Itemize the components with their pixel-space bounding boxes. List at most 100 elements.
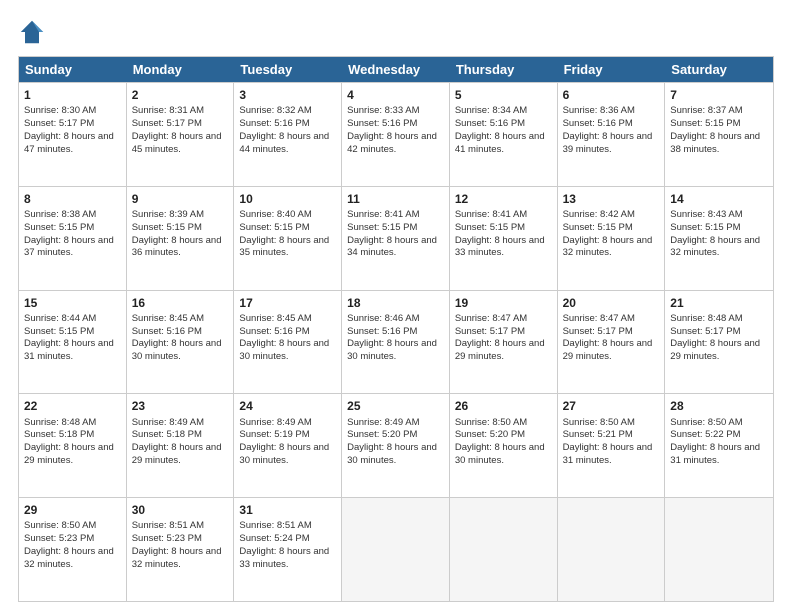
calendar-cell: 21Sunrise: 8:48 AMSunset: 5:17 PMDayligh… (665, 291, 773, 394)
sunrise-text: Sunrise: 8:44 AM (24, 313, 96, 324)
day-number: 19 (455, 295, 552, 311)
day-number: 16 (132, 295, 229, 311)
calendar-cell: 25Sunrise: 8:49 AMSunset: 5:20 PMDayligh… (342, 394, 450, 497)
sunset-text: Sunset: 5:17 PM (24, 118, 94, 129)
daylight-text: Daylight: 8 hours and 32 minutes. (670, 235, 760, 259)
day-number: 9 (132, 191, 229, 207)
sunset-text: Sunset: 5:17 PM (132, 118, 202, 129)
sunrise-text: Sunrise: 8:30 AM (24, 105, 96, 116)
sunrise-text: Sunrise: 8:45 AM (132, 313, 204, 324)
calendar-cell: 2Sunrise: 8:31 AMSunset: 5:17 PMDaylight… (127, 83, 235, 186)
sunrise-text: Sunrise: 8:50 AM (563, 417, 635, 428)
sunset-text: Sunset: 5:15 PM (24, 222, 94, 233)
daylight-text: Daylight: 8 hours and 30 minutes. (455, 442, 545, 466)
day-number: 10 (239, 191, 336, 207)
sunrise-text: Sunrise: 8:39 AM (132, 209, 204, 220)
calendar-cell: 31Sunrise: 8:51 AMSunset: 5:24 PMDayligh… (234, 498, 342, 601)
calendar-row: 29Sunrise: 8:50 AMSunset: 5:23 PMDayligh… (19, 497, 773, 601)
sunrise-text: Sunrise: 8:51 AM (239, 520, 311, 531)
day-header: Wednesday (342, 57, 450, 82)
daylight-text: Daylight: 8 hours and 30 minutes. (239, 338, 329, 362)
calendar-cell: 28Sunrise: 8:50 AMSunset: 5:22 PMDayligh… (665, 394, 773, 497)
calendar: SundayMondayTuesdayWednesdayThursdayFrid… (18, 56, 774, 602)
sunrise-text: Sunrise: 8:48 AM (24, 417, 96, 428)
calendar-cell: 11Sunrise: 8:41 AMSunset: 5:15 PMDayligh… (342, 187, 450, 290)
sunset-text: Sunset: 5:16 PM (239, 118, 309, 129)
sunrise-text: Sunrise: 8:51 AM (132, 520, 204, 531)
calendar-cell: 17Sunrise: 8:45 AMSunset: 5:16 PMDayligh… (234, 291, 342, 394)
calendar-cell: 14Sunrise: 8:43 AMSunset: 5:15 PMDayligh… (665, 187, 773, 290)
calendar-cell: 22 Sunrise: 8:48 AMSunset: 5:18 PM Dayligh… (19, 394, 127, 497)
day-number: 18 (347, 295, 444, 311)
calendar-row: 1Sunrise: 8:30 AMSunset: 5:17 PMDaylight… (19, 82, 773, 186)
calendar-cell: 23Sunrise: 8:49 AMSunset: 5:18 PMDayligh… (127, 394, 235, 497)
day-number: 5 (455, 87, 552, 103)
day-number: 25 (347, 398, 444, 414)
sunset-text: Sunset: 5:16 PM (132, 326, 202, 337)
sunset-text: Sunset: 5:15 PM (670, 118, 740, 129)
daylight-text: Daylight: 8 hours and 30 minutes. (132, 338, 222, 362)
daylight-text: Daylight: 8 hours and 29 minutes. (563, 338, 653, 362)
calendar-cell: 15Sunrise: 8:44 AMSunset: 5:15 PMDayligh… (19, 291, 127, 394)
sunset-text: Sunset: 5:17 PM (455, 326, 525, 337)
day-number: 8 (24, 191, 121, 207)
sunset-text: Sunset: 5:20 PM (455, 429, 525, 440)
day-number: 22 (24, 398, 121, 414)
sunset-text: Sunset: 5:16 PM (455, 118, 525, 129)
sunset-text: Sunset: 5:15 PM (132, 222, 202, 233)
logo (18, 18, 50, 46)
daylight-text: Daylight: 8 hours and 39 minutes. (563, 131, 653, 155)
sunrise-text: Sunrise: 8:50 AM (24, 520, 96, 531)
logo-icon (18, 18, 46, 46)
daylight-text: Daylight: 8 hours and 35 minutes. (239, 235, 329, 259)
daylight-text: Daylight: 8 hours and 32 minutes. (563, 235, 653, 259)
calendar-cell: 4Sunrise: 8:33 AMSunset: 5:16 PMDaylight… (342, 83, 450, 186)
daylight-text: Daylight: 8 hours and 37 minutes. (24, 235, 114, 259)
day-number: 27 (563, 398, 660, 414)
sunset-text: Sunset: 5:15 PM (670, 222, 740, 233)
day-number: 13 (563, 191, 660, 207)
sunset-text: Sunset: 5:21 PM (563, 429, 633, 440)
daylight-text: Daylight: 8 hours and 47 minutes. (24, 131, 114, 155)
sunset-text: Sunset: 5:16 PM (563, 118, 633, 129)
sunset-text: Sunset: 5:17 PM (563, 326, 633, 337)
calendar-cell: 13Sunrise: 8:42 AMSunset: 5:15 PMDayligh… (558, 187, 666, 290)
calendar-cell: 5Sunrise: 8:34 AMSunset: 5:16 PMDaylight… (450, 83, 558, 186)
sunrise-text: Sunrise: 8:36 AM (563, 105, 635, 116)
day-number: 21 (670, 295, 768, 311)
sunset-text: Sunset: 5:24 PM (239, 533, 309, 544)
sunset-text: Sunset: 5:16 PM (347, 118, 417, 129)
calendar-cell: 3Sunrise: 8:32 AMSunset: 5:16 PMDaylight… (234, 83, 342, 186)
sunrise-text: Sunrise: 8:38 AM (24, 209, 96, 220)
calendar-cell: 27Sunrise: 8:50 AMSunset: 5:21 PMDayligh… (558, 394, 666, 497)
sunrise-text: Sunrise: 8:41 AM (347, 209, 419, 220)
day-header: Monday (127, 57, 235, 82)
sunrise-text: Sunrise: 8:31 AM (132, 105, 204, 116)
sunrise-text: Sunrise: 8:47 AM (563, 313, 635, 324)
daylight-text: Daylight: 8 hours and 36 minutes. (132, 235, 222, 259)
sunrise-text: Sunrise: 8:40 AM (239, 209, 311, 220)
daylight-text: Daylight: 8 hours and 33 minutes. (455, 235, 545, 259)
daylight-text: Daylight: 8 hours and 44 minutes. (239, 131, 329, 155)
sunrise-text: Sunrise: 8:49 AM (239, 417, 311, 428)
daylight-text: Daylight: 8 hours and 29 minutes. (24, 442, 114, 466)
day-number: 7 (670, 87, 768, 103)
calendar-row: 15Sunrise: 8:44 AMSunset: 5:15 PMDayligh… (19, 290, 773, 394)
day-header: Thursday (450, 57, 558, 82)
sunset-text: Sunset: 5:18 PM (24, 429, 94, 440)
daylight-text: Daylight: 8 hours and 30 minutes. (239, 442, 329, 466)
day-number: 14 (670, 191, 768, 207)
sunset-text: Sunset: 5:15 PM (24, 326, 94, 337)
sunrise-text: Sunrise: 8:49 AM (132, 417, 204, 428)
page: SundayMondayTuesdayWednesdayThursdayFrid… (0, 0, 792, 612)
sunset-text: Sunset: 5:22 PM (670, 429, 740, 440)
sunset-text: Sunset: 5:17 PM (670, 326, 740, 337)
daylight-text: Daylight: 8 hours and 31 minutes. (670, 442, 760, 466)
sunrise-text: Sunrise: 8:50 AM (455, 417, 527, 428)
day-number: 23 (132, 398, 229, 414)
sunrise-text: Sunrise: 8:46 AM (347, 313, 419, 324)
day-number: 4 (347, 87, 444, 103)
sunset-text: Sunset: 5:16 PM (347, 326, 417, 337)
sunrise-text: Sunrise: 8:33 AM (347, 105, 419, 116)
calendar-header: SundayMondayTuesdayWednesdayThursdayFrid… (19, 57, 773, 82)
